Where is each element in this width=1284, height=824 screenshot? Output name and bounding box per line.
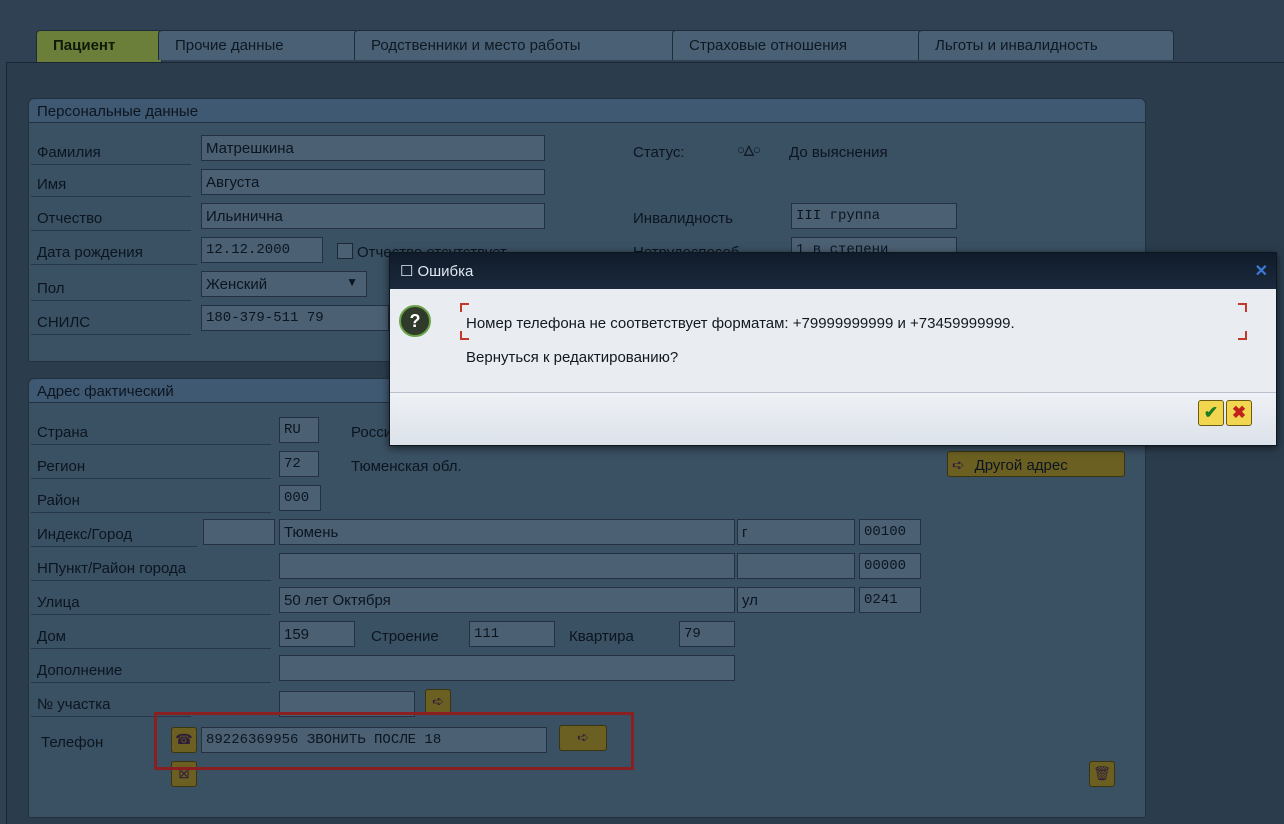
settlement-field[interactable] (279, 553, 735, 579)
tab-label: Льготы и инвалидность (935, 37, 1098, 54)
apartment-label: Квартира (569, 628, 634, 645)
error-dialog: ☐ Ошибка ✕ ? Номер телефона не соответств… (389, 252, 1277, 446)
confirm-button[interactable]: ✔ (1198, 400, 1224, 426)
check-icon: ✔ (1203, 403, 1219, 422)
patronymic-field[interactable]: Ильинична (201, 203, 545, 229)
dialog-footer (390, 392, 1276, 445)
birth-date-field[interactable]: 12.12.2000 (201, 237, 323, 263)
surname-label: Фамилия (31, 139, 191, 165)
corner-mark (1238, 303, 1247, 312)
postcode-field[interactable] (203, 519, 275, 545)
tab-patient[interactable]: Пациент (36, 30, 162, 62)
city-field[interactable]: Тюмень (279, 519, 735, 545)
city-type-field[interactable]: г (737, 519, 855, 545)
city-code-field[interactable]: 00100 (859, 519, 921, 545)
status-label: Статус: (633, 144, 685, 161)
cross-icon: ✖ (1231, 403, 1247, 422)
name-field[interactable]: Августа (201, 169, 545, 195)
tab-insurance[interactable]: Страховые отношения (672, 30, 922, 60)
city-label: Индекс/Город (31, 521, 197, 547)
patronymic-label: Отчество (31, 205, 191, 231)
other-address-button[interactable]: ➪ Другой адрес (947, 451, 1125, 477)
dialog-title: Ошибка (417, 263, 474, 280)
corner-mark (460, 331, 469, 340)
tab-other-data[interactable]: Прочие данные (158, 30, 358, 60)
snils-field[interactable]: 180-379-511 79 (201, 305, 389, 331)
settlement-label: НПункт/Район города (31, 555, 271, 581)
chevron-down-icon: ▼ (346, 275, 358, 289)
cancel-button[interactable]: ✖ (1226, 400, 1252, 426)
dialog-message: Номер телефона не соответствует форматам… (466, 315, 1015, 332)
house-field[interactable]: 159 (279, 621, 355, 647)
corner-mark (460, 303, 469, 312)
settlement-code-field[interactable]: 00000 (859, 553, 921, 579)
window-icon: ☐ (400, 263, 414, 280)
dialog-question: Вернуться к редактированию? (466, 349, 679, 366)
district-code-field[interactable]: 000 (279, 485, 321, 511)
region-code-field[interactable]: 72 (279, 451, 319, 477)
street-field[interactable]: 50 лет Октября (279, 587, 735, 613)
name-label: Имя (31, 171, 191, 197)
tab-label: Прочие данные (175, 37, 284, 54)
snils-label: СНИЛС (31, 309, 191, 335)
region-name: Тюменская обл. (351, 458, 462, 475)
disability-field[interactable]: III группа (791, 203, 957, 229)
corner-mark (1238, 331, 1247, 340)
birth-date-label: Дата рождения (31, 239, 197, 265)
country-code-field[interactable]: RU (279, 417, 319, 443)
region-label: Регион (31, 453, 271, 479)
phone-label: Телефон (41, 734, 104, 751)
tab-relatives[interactable]: Родственники и место работы (354, 30, 676, 60)
tab-label: Страховые отношения (689, 37, 847, 54)
status-icon: ○△○ (737, 142, 761, 157)
building-field[interactable]: 111 (469, 621, 555, 647)
street-label: Улица (31, 589, 271, 615)
top-strip (0, 0, 1284, 30)
gender-value: Женский (206, 276, 268, 293)
highlight-box (154, 712, 634, 770)
disability-label: Инвалидность (633, 210, 733, 227)
street-code-field[interactable]: 0241 (859, 587, 921, 613)
building-label: Строение (371, 628, 439, 645)
tab-label: Пациент (53, 37, 116, 54)
district-label: Район (31, 487, 271, 513)
street-type-field[interactable]: ул (737, 587, 855, 613)
addition-field[interactable] (279, 655, 735, 681)
arrow-right-icon: ➪ (952, 457, 965, 474)
trash-icon: 🗑 (1093, 765, 1111, 781)
settlement-type-field[interactable] (737, 553, 855, 579)
gender-label: Пол (31, 275, 191, 301)
tab-benefits[interactable]: Льготы и инвалидность (918, 30, 1174, 60)
surname-field[interactable]: Матрешкина (201, 135, 545, 161)
status-value: До выяснения (789, 144, 888, 161)
apartment-field[interactable]: 79 (679, 621, 735, 647)
arrow-right-icon: ➪ (432, 693, 444, 709)
country-label: Страна (31, 419, 271, 445)
group-header: Персональные данные (29, 99, 1145, 123)
question-icon: ? (399, 305, 431, 337)
close-icon[interactable]: ✕ (1255, 261, 1268, 281)
other-address-label: Другой адрес (974, 457, 1068, 474)
house-label: Дом (31, 623, 271, 649)
tab-label: Родственники и место работы (371, 37, 581, 54)
addition-label: Дополнение (31, 657, 271, 683)
gender-select[interactable]: Женский ▼ (201, 271, 367, 297)
trash-button[interactable]: 🗑 (1089, 761, 1115, 787)
dialog-titlebar: ☐ Ошибка ✕ (390, 253, 1276, 289)
